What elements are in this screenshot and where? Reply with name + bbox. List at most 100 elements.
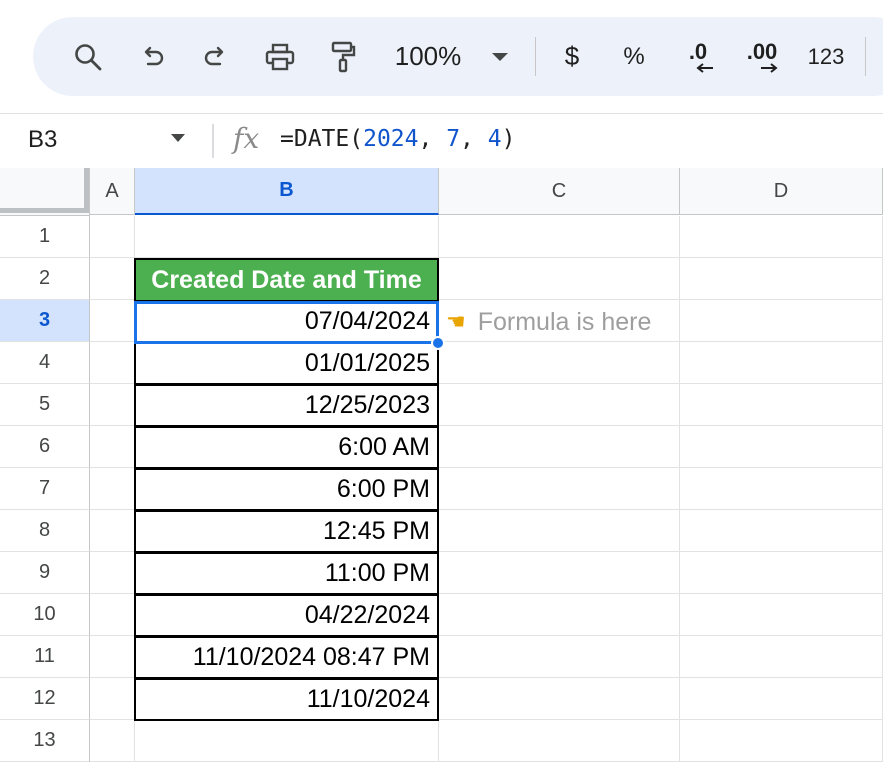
grid-cell[interactable]	[439, 468, 680, 510]
row-header-7[interactable]: 7	[0, 468, 90, 510]
grid-cell[interactable]	[680, 342, 883, 384]
annotation-note: ☚ Formula is here	[446, 301, 651, 343]
table-row[interactable]: 12/25/2023	[134, 384, 439, 427]
grid-cell[interactable]	[90, 636, 135, 678]
grid-cell[interactable]	[90, 510, 135, 552]
print-button[interactable]	[257, 17, 303, 96]
paint-format-button[interactable]	[321, 17, 365, 96]
undo-button[interactable]	[131, 17, 175, 96]
grid-cell[interactable]	[90, 300, 135, 342]
grid-cell[interactable]	[90, 342, 135, 384]
grid-cell[interactable]	[90, 720, 135, 762]
row-header-13[interactable]: 13	[0, 720, 90, 762]
grid-cell[interactable]	[680, 678, 883, 720]
grid-cell[interactable]	[439, 426, 680, 468]
grid-cell[interactable]	[439, 552, 680, 594]
grid-cell[interactable]	[439, 342, 680, 384]
grid-cell[interactable]	[135, 216, 439, 258]
row-header-8[interactable]: 8	[0, 510, 90, 552]
grid-cell[interactable]	[90, 384, 135, 426]
chevron-down-icon	[492, 52, 508, 61]
grid-cell[interactable]	[680, 720, 883, 762]
name-box[interactable]: B3	[28, 126, 57, 154]
grid-cell[interactable]	[439, 510, 680, 552]
row-header-2[interactable]: 2	[0, 258, 90, 300]
chevron-down-icon[interactable]	[170, 133, 186, 143]
table-row[interactable]: 11:00 PM	[134, 552, 439, 595]
table-row[interactable]: 12:45 PM	[134, 510, 439, 553]
grid-cell[interactable]	[90, 258, 135, 300]
arrow-left-icon	[696, 62, 713, 73]
row-header-1[interactable]: 1	[0, 216, 90, 258]
grid-cell[interactable]	[439, 216, 680, 258]
table-row[interactable]: 11/10/2024	[134, 678, 439, 721]
row-header-4[interactable]: 4	[0, 342, 90, 384]
table-row[interactable]: 04/22/2024	[134, 594, 439, 637]
grid-cell[interactable]	[680, 216, 883, 258]
currency-format-button[interactable]: $	[557, 17, 587, 96]
grid-cell[interactable]	[680, 258, 883, 300]
freeze-row-handle[interactable]	[0, 208, 86, 213]
row-header-12[interactable]: 12	[0, 678, 90, 720]
grid-cell[interactable]	[680, 384, 883, 426]
row-header-5[interactable]: 5	[0, 384, 90, 426]
grid-cell[interactable]	[680, 636, 883, 678]
grid-cell[interactable]	[439, 258, 680, 300]
grid-cell[interactable]	[439, 678, 680, 720]
grid-cell[interactable]	[680, 510, 883, 552]
percent-format-button[interactable]: %	[619, 17, 649, 96]
grid-cell[interactable]	[680, 468, 883, 510]
table-row[interactable]: 01/01/2025	[134, 342, 439, 385]
column-header-c[interactable]: C	[439, 168, 680, 215]
row-header-9[interactable]: 9	[0, 552, 90, 594]
grid-cell[interactable]	[680, 426, 883, 468]
column-header-d[interactable]: D	[680, 168, 883, 215]
increase-decimal-button[interactable]: .00	[739, 17, 785, 96]
grid-cell[interactable]	[90, 594, 135, 636]
table-row[interactable]: 11/10/2024 08:47 PM	[134, 636, 439, 679]
formula-arg-day: 4	[487, 126, 502, 152]
print-icon	[265, 43, 295, 70]
grid-cell[interactable]	[90, 216, 135, 258]
table-row[interactable]: 07/04/2024	[134, 300, 439, 343]
fill-handle[interactable]	[431, 336, 445, 350]
increase-decimal-label: .00	[746, 38, 778, 64]
redo-button[interactable]	[193, 17, 237, 96]
table-header-cell[interactable]: Created Date and Time	[134, 258, 439, 300]
row-header-3[interactable]: 3	[0, 300, 90, 342]
grid-cell[interactable]	[439, 594, 680, 636]
zoom-value: 100%	[394, 41, 462, 71]
row-header-10[interactable]: 10	[0, 594, 90, 636]
zoom-dropdown[interactable]	[485, 17, 515, 96]
grid-cell[interactable]	[680, 552, 883, 594]
search-icon	[75, 43, 102, 70]
grid-cell[interactable]	[680, 300, 883, 342]
table-row[interactable]: 6:00 AM	[134, 426, 439, 469]
grid-cell[interactable]	[439, 636, 680, 678]
row-header-6[interactable]: 6	[0, 426, 90, 468]
formula-bar: B3 fx =DATE(2024, 7, 4)	[0, 113, 883, 168]
column-header-a[interactable]: A	[90, 168, 135, 215]
column-header-b[interactable]: B	[135, 168, 439, 215]
formula-arg-year: 2024	[363, 126, 419, 152]
grid-cell[interactable]	[90, 426, 135, 468]
fx-icon: fx	[233, 122, 260, 155]
grid-cell[interactable]	[439, 384, 680, 426]
zoom-select[interactable]: 100%	[383, 17, 473, 96]
decrease-decimal-button[interactable]: .0	[678, 17, 718, 96]
formula-input[interactable]: =DATE(2024, 7, 4)	[280, 126, 515, 152]
table-row[interactable]: 6:00 PM	[134, 468, 439, 511]
row-header-11[interactable]: 11	[0, 636, 90, 678]
grid-cell[interactable]	[135, 720, 439, 762]
arrow-right-icon	[761, 62, 778, 73]
search-button[interactable]	[63, 17, 113, 96]
grid-cell[interactable]	[680, 594, 883, 636]
grid-cell[interactable]	[90, 468, 135, 510]
grid-cell[interactable]	[439, 720, 680, 762]
freeze-column-handle[interactable]	[84, 168, 89, 213]
grid-cell[interactable]	[90, 552, 135, 594]
select-all-corner[interactable]	[0, 168, 90, 216]
grid-cell[interactable]	[90, 678, 135, 720]
formula-separator: ,	[418, 126, 447, 152]
more-formats-button[interactable]: 123	[803, 17, 849, 96]
